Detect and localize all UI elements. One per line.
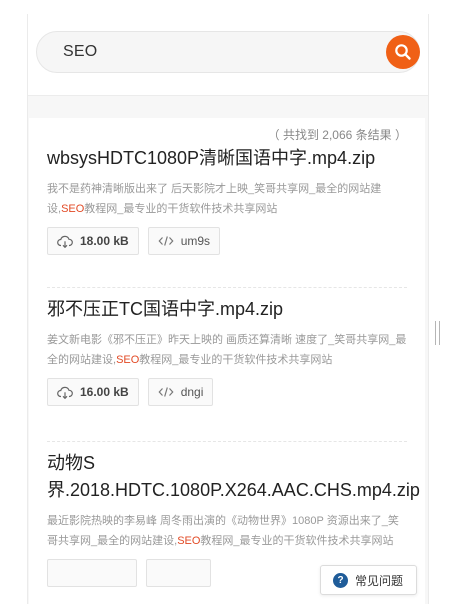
file-size-tag: 18.00 kB bbox=[47, 227, 139, 255]
results-count: （ 共找到 2,066 条结果 ） bbox=[267, 128, 407, 142]
file-size: 18.00 kB bbox=[80, 234, 129, 248]
file-size-tag bbox=[47, 559, 137, 587]
result-title[interactable]: 邪不压正TC国语中字.mp4.zip bbox=[47, 296, 407, 323]
scrollbar-handle[interactable] bbox=[435, 321, 440, 345]
search-panel: SEO （ 共找到 2,066 条结果 ） wbsysHDTC1080P清晰国语… bbox=[27, 14, 429, 604]
keyword-highlight: SEO bbox=[177, 535, 201, 547]
code-icon bbox=[158, 236, 174, 246]
result-title[interactable]: wbsysHDTC1080P清晰国语中字.mp4.zip bbox=[47, 145, 407, 172]
result-tags: 18.00 kB um9s bbox=[47, 227, 407, 255]
keyword-highlight: SEO bbox=[116, 354, 140, 366]
cloud-download-icon bbox=[57, 235, 73, 248]
cloud-download-icon bbox=[57, 386, 73, 399]
question-icon: ? bbox=[333, 572, 348, 588]
extract-code-tag: dngi bbox=[147, 378, 214, 406]
extract-code: dngi bbox=[180, 385, 204, 399]
file-size-tag: 16.00 kB bbox=[47, 378, 139, 406]
search-query[interactable]: SEO bbox=[63, 43, 97, 61]
result-divider bbox=[47, 441, 407, 442]
result-description: 最近影院热映的李易峰 周冬雨出演的《动物世界》1080P 资源出来了_笑哥共享网… bbox=[47, 515, 399, 547]
extract-code-tag bbox=[146, 559, 211, 587]
faq-label: 常见问题 bbox=[355, 573, 404, 588]
result-divider bbox=[47, 287, 407, 288]
code-icon bbox=[158, 387, 174, 397]
result-description: 我不是药神清晰版出来了 后天影院才上映_笑哥共享网_最全的网站建设,SEO教程网… bbox=[47, 183, 382, 215]
search-icon bbox=[395, 44, 411, 60]
search-header: SEO bbox=[28, 14, 428, 96]
search-button[interactable] bbox=[386, 35, 420, 69]
result-description: 姜文新电影《邪不压正》昨天上映的 画质还算清晰 速度了_笑哥共享网_最全的网站建… bbox=[47, 334, 407, 366]
result-item: 邪不压正TC国语中字.mp4.zip 姜文新电影《邪不压正》昨天上映的 画质还算… bbox=[47, 296, 407, 406]
file-size: 16.00 kB bbox=[80, 385, 129, 399]
extract-code: um9s bbox=[180, 234, 211, 248]
result-title[interactable]: 动物S界.2018.HDTC.1080P.X264.AAC.CHS.mp4.zi… bbox=[47, 450, 420, 504]
extract-code-tag: um9s bbox=[147, 227, 221, 255]
result-tags: 16.00 kB dngi bbox=[47, 378, 407, 406]
keyword-highlight: SEO bbox=[61, 203, 85, 215]
search-input[interactable]: SEO bbox=[36, 31, 420, 73]
results-list: （ 共找到 2,066 条结果 ） wbsysHDTC1080P清晰国语中字.m… bbox=[29, 118, 425, 604]
result-item: wbsysHDTC1080P清晰国语中字.mp4.zip 我不是药神清晰版出来了… bbox=[47, 145, 407, 255]
